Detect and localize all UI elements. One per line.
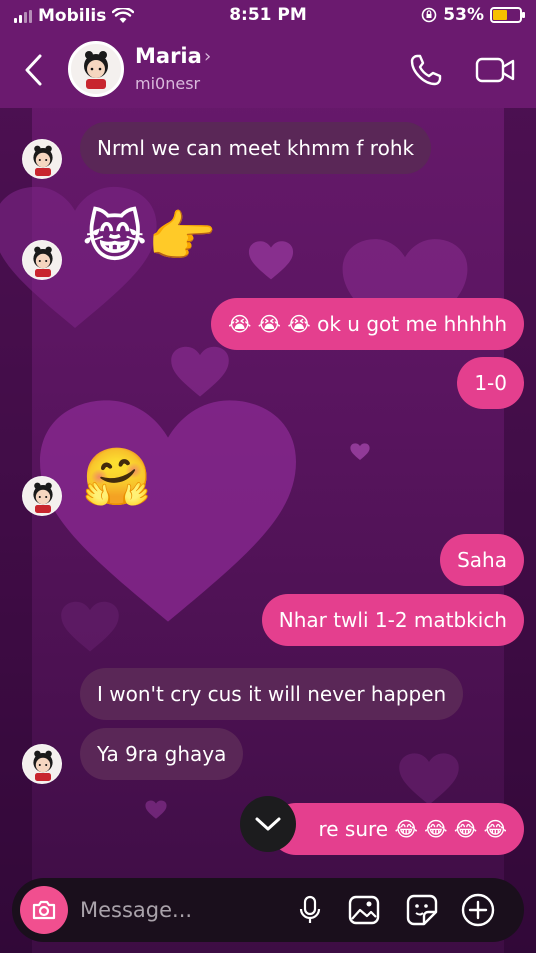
contact-avatar[interactable] xyxy=(68,41,124,97)
background-heart-small-4 xyxy=(61,601,119,652)
video-camera-icon[interactable] xyxy=(474,52,516,88)
background-heart-small-2 xyxy=(171,346,229,397)
status-bar: Mobilis 8:51 PM 53% xyxy=(0,0,536,34)
sender-avatar[interactable] xyxy=(22,240,62,280)
sender-avatar[interactable] xyxy=(22,139,62,179)
background-edge-left xyxy=(0,108,32,953)
sticker-icon xyxy=(406,894,438,926)
microphone-icon xyxy=(299,895,321,923)
battery-icon xyxy=(490,7,525,23)
plus-circle-icon xyxy=(461,893,495,927)
sender-avatar[interactable] xyxy=(22,744,62,784)
gallery-icon xyxy=(348,895,380,925)
chevron-down-icon xyxy=(255,817,281,831)
back-chevron-icon[interactable] xyxy=(20,52,50,88)
message-bubble-incoming[interactable]: Nrml we can meet khmm f rohk xyxy=(80,122,432,174)
background-heart-small-6 xyxy=(145,800,167,819)
message-bubble-outgoing[interactable]: Nhar twli 1-2 matbkich xyxy=(261,594,524,646)
camera-icon xyxy=(32,900,56,920)
message-bubble-incoming[interactable]: I won't cry cus it will never happen xyxy=(80,668,464,720)
sender-avatar[interactable] xyxy=(22,476,62,516)
background-heart-small-3 xyxy=(399,753,459,805)
more-button[interactable] xyxy=(460,892,496,928)
message-bubble-outgoing[interactable]: 1-0 xyxy=(457,357,524,409)
orientation-lock-icon xyxy=(421,7,437,23)
contact-username[interactable]: mi0nesr xyxy=(135,74,200,93)
chevron-right-icon[interactable]: › xyxy=(204,46,211,67)
background-heart-small-1 xyxy=(248,241,294,280)
message-bubble-outgoing[interactable]: re sure 😂 😂 😂 😂 xyxy=(270,803,524,855)
message-input[interactable] xyxy=(80,896,280,924)
sticker-button[interactable] xyxy=(404,892,440,928)
camera-button[interactable] xyxy=(20,886,68,934)
emoji-message[interactable]: 😹👉 xyxy=(82,206,217,270)
microphone-button[interactable] xyxy=(292,892,328,928)
gallery-button[interactable] xyxy=(346,892,382,928)
message-bubble-outgoing[interactable]: Saha xyxy=(440,534,524,586)
background-heart-small-5 xyxy=(350,443,370,460)
chat-header: Maria › mi0nesr xyxy=(0,34,536,108)
background-heart-large xyxy=(40,400,296,622)
emoji-message[interactable]: 🤗 xyxy=(82,446,152,510)
scroll-to-bottom-button[interactable] xyxy=(240,796,296,852)
message-bubble-outgoing[interactable]: 😭 😭 😭 ok u got me hhhhh xyxy=(210,298,524,350)
message-bubble-incoming[interactable]: Ya 9ra ghaya xyxy=(80,728,244,780)
battery-percent: 53% xyxy=(443,5,484,25)
phone-icon[interactable] xyxy=(408,52,444,88)
message-composer xyxy=(12,878,524,942)
contact-name[interactable]: Maria xyxy=(135,44,202,68)
